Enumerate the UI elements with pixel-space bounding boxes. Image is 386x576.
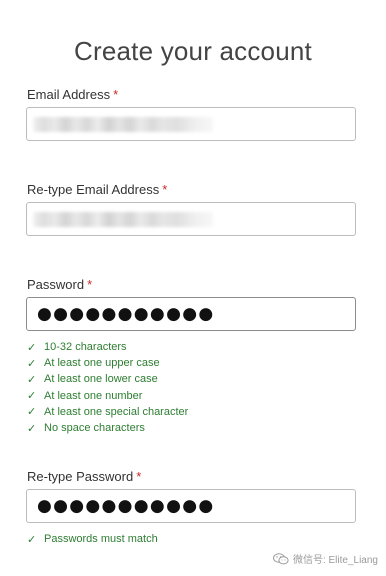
retype-password-label: Re-type Password *: [27, 469, 141, 484]
email-label-text: Email Address: [27, 87, 111, 102]
requirement-item: ✓ Passwords must match: [27, 531, 158, 547]
retype-email-label: Re-type Email Address *: [27, 182, 167, 197]
check-icon: ✓: [27, 422, 37, 435]
check-icon: ✓: [27, 373, 37, 386]
retype-password-requirements: ✓ Passwords must match: [27, 531, 158, 547]
watermark: 微信号: Elite_Liang: [272, 551, 378, 566]
requirement-item: ✓ At least one lower case: [27, 371, 188, 387]
retype-email-label-text: Re-type Email Address: [27, 182, 160, 197]
retype-email-field[interactable]: [26, 202, 356, 236]
watermark-text: 微信号: Elite_Liang: [292, 555, 378, 566]
retype-password-label-text: Re-type Password: [27, 469, 134, 484]
check-icon: ✓: [27, 406, 37, 419]
check-icon: ✓: [27, 341, 37, 354]
password-label: Password *: [27, 277, 92, 292]
required-marker: *: [87, 277, 93, 292]
check-icon: ✓: [27, 357, 37, 370]
requirement-text: Passwords must match: [44, 533, 158, 546]
requirement-text: At least one upper case: [44, 357, 160, 370]
requirement-text: At least one special character: [44, 405, 189, 418]
retype-password-masked-value: ●●●●●●●●●●●: [37, 496, 215, 516]
requirement-item: ✓ 10-32 characters: [27, 339, 188, 355]
required-marker: *: [162, 182, 168, 197]
check-icon: ✓: [27, 533, 37, 546]
redacted-retype-email-value: [33, 212, 213, 227]
retype-password-field[interactable]: ●●●●●●●●●●●: [26, 489, 356, 523]
requirement-text: At least one number: [44, 389, 143, 402]
password-field[interactable]: ●●●●●●●●●●●: [26, 297, 356, 331]
requirement-item: ✓ At least one special character: [27, 404, 188, 420]
requirement-text: At least one lower case: [44, 373, 158, 386]
requirement-text: 10-32 characters: [44, 341, 127, 354]
requirement-item: ✓ No space characters: [27, 420, 188, 436]
required-marker: *: [113, 87, 119, 102]
email-field[interactable]: [26, 107, 356, 141]
redacted-email-value: [33, 117, 213, 132]
password-masked-value: ●●●●●●●●●●●: [37, 304, 215, 324]
wechat-icon: [272, 552, 289, 564]
required-marker: *: [136, 469, 142, 484]
password-label-text: Password: [27, 277, 85, 292]
requirement-text: No space characters: [44, 422, 145, 435]
page-title: Create your account: [74, 36, 312, 66]
requirement-item: ✓ At least one upper case: [27, 355, 188, 371]
password-requirements: ✓ 10-32 characters ✓ At least one upper ca…: [27, 339, 188, 436]
requirement-item: ✓ At least one number: [27, 388, 188, 404]
email-label: Email Address *: [27, 87, 118, 102]
check-icon: ✓: [27, 390, 37, 403]
